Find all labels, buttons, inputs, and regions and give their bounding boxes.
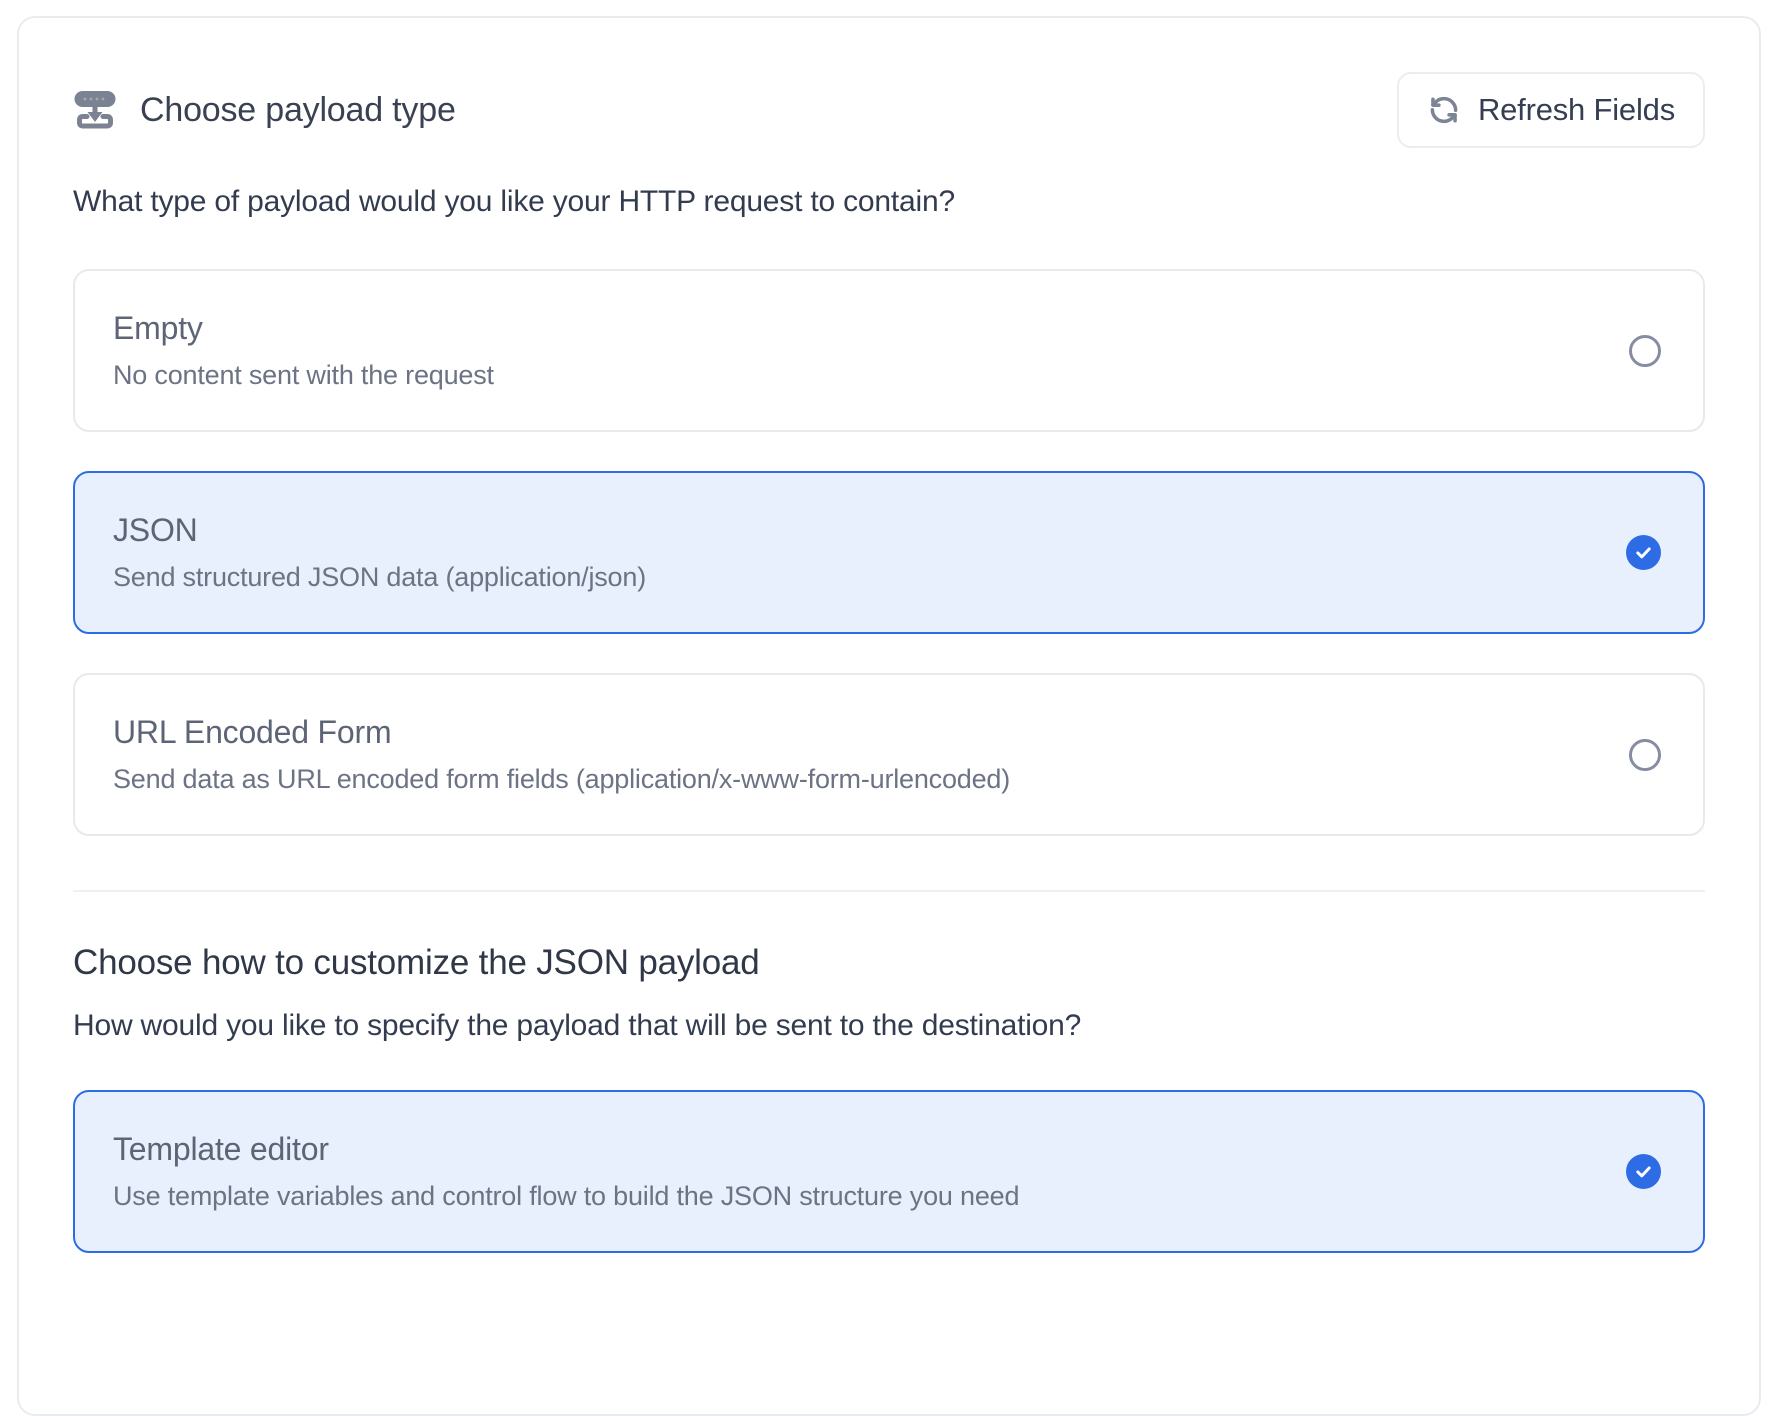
radio-circle-icon[interactable] xyxy=(1629,335,1661,367)
option-json[interactable]: JSON Send structured JSON data (applicat… xyxy=(73,471,1705,634)
radio-circle-icon[interactable] xyxy=(1629,739,1661,771)
option-description: No content sent with the request xyxy=(113,360,494,391)
option-description: Use template variables and control flow … xyxy=(113,1181,1019,1212)
section-header: Choose payload type Refresh Fields xyxy=(73,72,1705,148)
refresh-button-label: Refresh Fields xyxy=(1478,92,1675,128)
option-text: JSON Send structured JSON data (applicat… xyxy=(113,512,646,593)
customize-heading: Choose how to customize the JSON payload xyxy=(73,943,1705,983)
option-text: Empty No content sent with the request xyxy=(113,310,494,391)
option-template-editor[interactable]: Template editor Use template variables a… xyxy=(73,1090,1705,1253)
option-text: Template editor Use template variables a… xyxy=(113,1131,1019,1212)
option-title: Template editor xyxy=(113,1131,1019,1168)
option-title: URL Encoded Form xyxy=(113,714,1010,751)
option-text: URL Encoded Form Send data as URL encode… xyxy=(113,714,1010,795)
customize-question: How would you like to specify the payloa… xyxy=(73,1009,1705,1043)
refresh-icon xyxy=(1427,93,1461,127)
option-url-encoded-form[interactable]: URL Encoded Form Send data as URL encode… xyxy=(73,673,1705,836)
page-title: Choose payload type xyxy=(140,91,456,130)
option-title: Empty xyxy=(113,310,494,347)
check-circle-icon[interactable] xyxy=(1626,535,1661,570)
option-title: JSON xyxy=(113,512,646,549)
section-divider xyxy=(73,890,1705,892)
customize-options: Template editor Use template variables a… xyxy=(73,1090,1705,1253)
payload-type-options: Empty No content sent with the request J… xyxy=(73,269,1705,836)
option-empty[interactable]: Empty No content sent with the request xyxy=(73,269,1705,432)
payload-settings-card: Choose payload type Refresh Fields What … xyxy=(17,16,1761,1416)
option-description: Send data as URL encoded form fields (ap… xyxy=(113,764,1010,795)
payload-type-question: What type of payload would you like your… xyxy=(73,185,1705,219)
check-circle-icon[interactable] xyxy=(1626,1154,1661,1189)
refresh-fields-button[interactable]: Refresh Fields xyxy=(1397,72,1705,148)
payload-import-icon xyxy=(73,89,117,131)
section-header-left: Choose payload type xyxy=(73,89,456,131)
option-description: Send structured JSON data (application/j… xyxy=(113,562,646,593)
